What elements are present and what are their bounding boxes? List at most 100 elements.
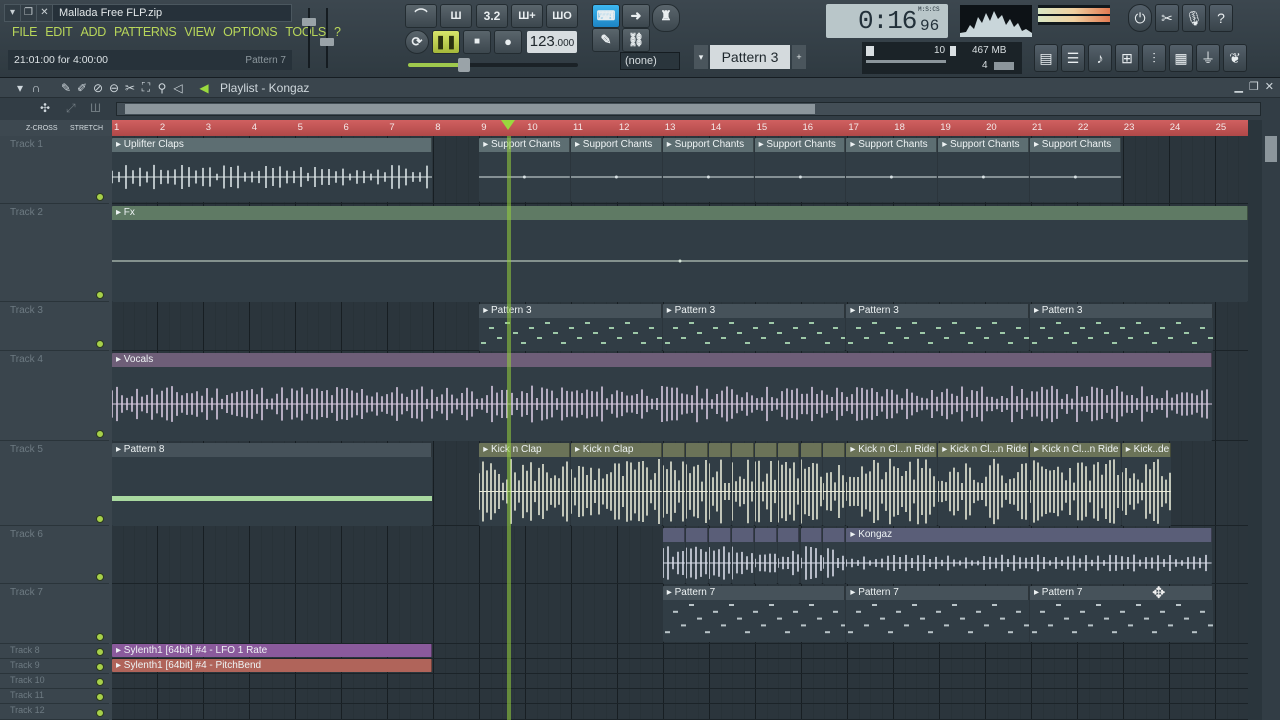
snap-arrow-icon[interactable]: ➜ — [622, 4, 650, 28]
minimize-icon[interactable]: ▁ — [1234, 80, 1242, 93]
track-enable-led[interactable] — [96, 193, 104, 201]
draw-tool-icon[interactable]: ✎ — [58, 81, 74, 95]
playlist-clip[interactable]: ▸ Fx — [112, 206, 1248, 302]
browser-icon[interactable]: ⊞ — [1115, 44, 1139, 72]
playlist-clip[interactable]: ▸ Pattern 7 — [1030, 586, 1213, 642]
track-enable-led[interactable] — [96, 573, 104, 581]
playlist-clip[interactable]: ▸ Pattern 8 — [112, 443, 433, 526]
playlist-clip[interactable]: ▸ Kongaz — [846, 528, 1212, 584]
playlist-clip[interactable]: ▸ Pattern 7 — [662, 586, 846, 642]
playlist-clip[interactable]: ▸ Pattern 7 — [846, 586, 1029, 642]
fruit-logo-icon[interactable]: ❦ — [1223, 44, 1247, 72]
menu-add[interactable]: ADD — [76, 25, 110, 43]
add-pattern-icon[interactable]: + — [792, 45, 806, 69]
typing-keyboard-icon[interactable]: ⌨ — [592, 4, 620, 28]
close-icon[interactable]: ✕ — [1265, 80, 1274, 93]
playlist-clip[interactable]: ▸ Support Chants — [1030, 138, 1121, 202]
track-enable-led[interactable] — [96, 340, 104, 348]
link-icon[interactable]: ⛓ — [622, 28, 650, 52]
magnet-icon[interactable]: ∩ — [28, 81, 44, 95]
menu-file[interactable]: FILE — [8, 25, 41, 43]
plugin-icon[interactable]: ⏚ — [1196, 44, 1220, 72]
track-header[interactable]: Track 2 — [0, 204, 109, 302]
step-edit-button[interactable]: Ш+ — [511, 4, 543, 28]
playlist-clip[interactable]: ▸ Pattern 3 — [662, 304, 846, 351]
countdown-button[interactable]: 3.2 — [476, 4, 508, 28]
record-button[interactable]: ● — [494, 30, 522, 54]
playlist-clip[interactable]: ▸ Kick n Clap — [571, 443, 662, 526]
master-volume-fader[interactable] — [302, 8, 316, 68]
select-tool-icon[interactable]: ⛶ — [138, 80, 154, 95]
help-icon[interactable]: ? — [1209, 4, 1233, 32]
fader-knob[interactable] — [320, 38, 334, 46]
playlist-clip[interactable] — [731, 528, 754, 584]
playlist-clip[interactable]: ▸ Vocals — [112, 353, 1212, 441]
menu-view[interactable]: VIEW — [180, 25, 219, 43]
playlist-clip[interactable] — [800, 443, 823, 526]
playlist-clip[interactable]: ▸ Support Chants — [846, 138, 938, 202]
playlist-grid[interactable]: ▸ Uplifter Claps ▸ Support Chants ▸ Suppor… — [112, 136, 1248, 720]
playlist-clip[interactable]: ▸ Support Chants — [662, 138, 754, 202]
metronome-button[interactable]: ⌒ — [405, 4, 437, 28]
menu-edit[interactable]: EDIT — [41, 25, 76, 43]
playlist-clip[interactable] — [708, 528, 731, 584]
playlist-clip[interactable]: ▸ Pattern 3 — [1030, 304, 1213, 351]
playlist-play-icon[interactable]: ◀ — [196, 81, 212, 95]
playlist-window-icon[interactable]: ▤ — [1034, 44, 1058, 72]
playlist-clip[interactable] — [754, 443, 777, 526]
playlist-clip[interactable]: ▸ Support Chants — [479, 138, 570, 202]
pause-button[interactable]: ❚❚ — [432, 30, 460, 54]
playlist-clip[interactable]: ▸ Uplifter Claps — [112, 138, 433, 202]
playlist-clip[interactable] — [708, 443, 731, 526]
playlist-clip[interactable]: ▸ Support Chants — [571, 138, 662, 202]
restore-icon[interactable]: ❐ — [21, 5, 37, 21]
track-header[interactable]: Track 10 — [0, 674, 109, 689]
channel-rack-icon[interactable]: ☰ — [1061, 44, 1085, 72]
mute-tool-icon[interactable]: ⊖ — [106, 81, 122, 95]
playlist-clip[interactable] — [754, 528, 777, 584]
playlist-clip[interactable]: ▸ Kick n Cl...n Ride — [938, 443, 1029, 526]
microphone-icon[interactable]: 🎙 — [1182, 4, 1206, 32]
zoom-tool-icon[interactable]: ⚲ — [154, 81, 170, 95]
scroll-thumb[interactable] — [1265, 136, 1277, 162]
playlist-clip[interactable] — [777, 528, 800, 584]
playlist-clip[interactable] — [685, 443, 708, 526]
stop-button[interactable]: ■ — [463, 30, 491, 54]
maximize-icon[interactable]: ❐ — [1249, 80, 1259, 93]
playlist-clip[interactable] — [777, 443, 800, 526]
playlist-clip[interactable]: ▸ Sylenth1 [64bit] #4 - LFO 1 Rate — [112, 644, 433, 657]
track-enable-led[interactable] — [96, 648, 104, 656]
playlist-clip[interactable] — [731, 443, 754, 526]
track-enable-led[interactable] — [96, 633, 104, 641]
playlist-clip[interactable]: ▸ Kick n Clap — [479, 443, 570, 526]
track-header[interactable]: Track 7 — [0, 584, 109, 644]
grid-icon[interactable]: Ш — [90, 101, 101, 115]
snap-select[interactable]: (none) — [620, 52, 680, 70]
playlist-clip[interactable] — [662, 528, 685, 584]
delete-tool-icon[interactable]: ⊘ — [90, 81, 106, 95]
playlist-clip[interactable]: ▸ Support Chants — [754, 138, 846, 202]
close-icon[interactable]: ✕ — [37, 5, 53, 21]
track-header[interactable]: Track 1 — [0, 136, 109, 204]
scroll-thumb[interactable] — [125, 104, 815, 114]
track-enable-led[interactable] — [96, 515, 104, 523]
online-icon[interactable]: ⏻ — [1128, 4, 1152, 32]
playlist-clip[interactable] — [662, 443, 685, 526]
pen-tool-icon[interactable]: ✎ — [592, 28, 620, 52]
mixer-icon[interactable]: ⫶ — [1142, 44, 1166, 72]
track-enable-led[interactable] — [96, 430, 104, 438]
playlist-clip[interactable] — [823, 443, 846, 526]
multilink-icon[interactable]: ♜ — [652, 4, 680, 32]
waveform-icon[interactable]: ✣ — [40, 101, 50, 115]
track-enable-led[interactable] — [96, 709, 104, 717]
track-header[interactable]: Track 3 — [0, 302, 109, 351]
track-header[interactable]: Track 4 — [0, 351, 109, 441]
tempo-display[interactable]: 123.000 — [527, 31, 577, 53]
playlist-clip[interactable]: ▸ Kick n Cl...n Ride — [1030, 443, 1121, 526]
playlist-menu-icon[interactable]: ▾ — [12, 81, 28, 95]
loop-record-button[interactable]: ШО — [546, 4, 578, 28]
playhead-marker[interactable] — [501, 120, 515, 130]
playlist-clip[interactable]: ▸ Kick n Cl...n Ride — [846, 443, 938, 526]
song-time-display[interactable]: 0:16 M:S:CS 96 — [826, 4, 948, 38]
playback-tool-icon[interactable]: ◁ — [170, 81, 186, 95]
